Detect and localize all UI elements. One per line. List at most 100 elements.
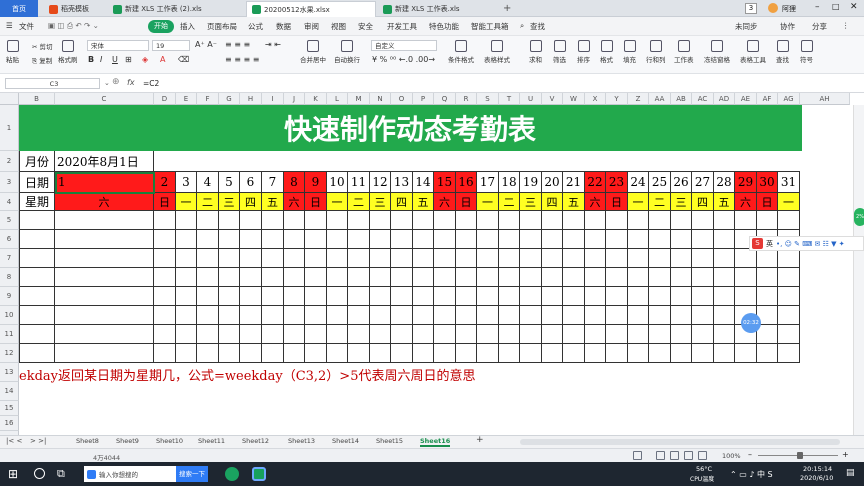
empty-cell[interactable]	[348, 151, 370, 172]
attendance-cell[interactable]	[219, 230, 240, 249]
empty-cell[interactable]	[370, 151, 391, 172]
weekday-cell[interactable]: 一	[176, 193, 197, 211]
sum-button[interactable]: 求和	[529, 40, 542, 64]
menu-data[interactable]: 数据	[276, 21, 291, 32]
attendance-cell[interactable]	[628, 344, 649, 363]
attendance-cell[interactable]	[714, 306, 735, 325]
date-cell[interactable]: 14	[413, 172, 434, 193]
normal-view-icon[interactable]	[656, 451, 665, 460]
sheet-tab[interactable]: Sheet9	[116, 437, 139, 445]
attendance-cell[interactable]	[391, 325, 413, 344]
attendance-cell[interactable]	[434, 287, 456, 306]
attendance-cell[interactable]	[563, 268, 585, 287]
attendance-cell[interactable]	[542, 211, 563, 230]
table-style-button[interactable]: 表格样式	[484, 40, 510, 64]
attendance-cell[interactable]	[585, 325, 606, 344]
attendance-cell[interactable]	[456, 344, 477, 363]
side-badge[interactable]: 2%	[854, 208, 864, 226]
recording-timer[interactable]: 02:32	[741, 313, 761, 333]
attendance-cell[interactable]	[735, 211, 757, 230]
clock-time[interactable]: 20:15:14	[803, 465, 832, 473]
weekday-cell[interactable]: 日	[154, 193, 176, 211]
empty-cell[interactable]	[778, 151, 800, 172]
attendance-cell[interactable]	[413, 268, 434, 287]
empty-cell[interactable]	[456, 151, 477, 172]
attendance-cell[interactable]	[477, 344, 499, 363]
attendance-cell[interactable]	[197, 325, 219, 344]
collaborate-button[interactable]: 协作	[780, 21, 795, 32]
attendance-cell[interactable]	[240, 230, 262, 249]
attendance-cell[interactable]	[154, 306, 176, 325]
attendance-cell[interactable]	[176, 287, 197, 306]
attendance-cell[interactable]	[456, 249, 477, 268]
row-header[interactable]: 14	[0, 382, 19, 401]
sheet-tab[interactable]: Sheet14	[332, 437, 359, 445]
attendance-cell[interactable]	[542, 325, 563, 344]
attendance-cell[interactable]	[176, 249, 197, 268]
attendance-cell[interactable]	[284, 344, 305, 363]
attendance-cell[interactable]	[55, 249, 154, 268]
date-cell[interactable]: 17	[477, 172, 499, 193]
attendance-cell[interactable]	[19, 344, 55, 363]
column-header[interactable]: AC	[692, 93, 714, 105]
attendance-cell[interactable]	[585, 211, 606, 230]
sync-status[interactable]: 未同步	[735, 21, 758, 32]
column-header[interactable]: L	[327, 93, 348, 105]
attendance-cell[interactable]	[370, 230, 391, 249]
weekday-cell[interactable]: 五	[413, 193, 434, 211]
task-view-icon[interactable]: ⧉	[57, 467, 65, 481]
align-top-icon[interactable]: ≡ ≡ ≡	[225, 40, 250, 49]
empty-cell[interactable]	[413, 151, 434, 172]
attendance-cell[interactable]	[305, 211, 327, 230]
clock-date[interactable]: 2020/6/10	[800, 474, 833, 482]
name-box[interactable]: C3	[5, 78, 100, 89]
attendance-cell[interactable]	[520, 249, 542, 268]
menu-search[interactable]: 查找	[530, 21, 545, 32]
attendance-cell[interactable]	[606, 211, 628, 230]
tab-template[interactable]: 稻壳模板	[44, 1, 106, 17]
attendance-cell[interactable]	[714, 325, 735, 344]
weekday-cell[interactable]: 四	[692, 193, 714, 211]
attendance-cell[interactable]	[628, 230, 649, 249]
tab-doc-1[interactable]: 新建 XLS 工作表 (2).xls	[108, 1, 244, 17]
attendance-cell[interactable]	[757, 344, 778, 363]
align-left-icon[interactable]: ≡ ≡ ≡ ≡	[225, 55, 259, 64]
attendance-cell[interactable]	[391, 211, 413, 230]
attendance-cell[interactable]	[477, 249, 499, 268]
attendance-cell[interactable]	[692, 230, 714, 249]
empty-cell[interactable]	[563, 151, 585, 172]
zoom-level[interactable]: 100%	[722, 452, 741, 460]
attendance-cell[interactable]	[692, 249, 714, 268]
attendance-cell[interactable]	[154, 268, 176, 287]
attendance-cell[interactable]	[606, 268, 628, 287]
empty-cell[interactable]	[219, 151, 240, 172]
attendance-cell[interactable]	[499, 287, 520, 306]
attendance-cell[interactable]	[757, 211, 778, 230]
attendance-cell[interactable]	[55, 344, 154, 363]
wps-sheet-icon[interactable]	[252, 467, 266, 481]
attendance-cell[interactable]	[499, 230, 520, 249]
attendance-cell[interactable]	[327, 268, 348, 287]
attendance-cell[interactable]	[477, 268, 499, 287]
number-format-select[interactable]: 自定义	[371, 40, 437, 51]
share-button[interactable]: 分享	[812, 21, 827, 32]
attendance-cell[interactable]	[176, 230, 197, 249]
date-cell[interactable]: 9	[305, 172, 327, 193]
column-header[interactable]: V	[542, 93, 563, 105]
menu-formula[interactable]: 公式	[248, 21, 263, 32]
attendance-cell[interactable]	[391, 344, 413, 363]
attendance-cell[interactable]	[413, 230, 434, 249]
attendance-cell[interactable]	[176, 211, 197, 230]
attendance-cell[interactable]	[19, 230, 55, 249]
column-header[interactable]: G	[219, 93, 240, 105]
attendance-cell[interactable]	[284, 230, 305, 249]
search-go-button[interactable]: 搜索一下	[176, 466, 208, 482]
empty-cell[interactable]	[477, 151, 499, 172]
font-grow-icon[interactable]: A⁺ A⁻	[195, 40, 217, 49]
attendance-cell[interactable]	[628, 211, 649, 230]
menu-security[interactable]: 安全	[358, 21, 373, 32]
attendance-cell[interactable]	[477, 230, 499, 249]
formula-note[interactable]: ekday返回某日期为星期几，公式=weekday（C3,2）>5代表周六周日的…	[19, 365, 475, 384]
fill-color-icon[interactable]: ◈	[142, 55, 148, 64]
weekday-cell[interactable]: 五	[714, 193, 735, 211]
